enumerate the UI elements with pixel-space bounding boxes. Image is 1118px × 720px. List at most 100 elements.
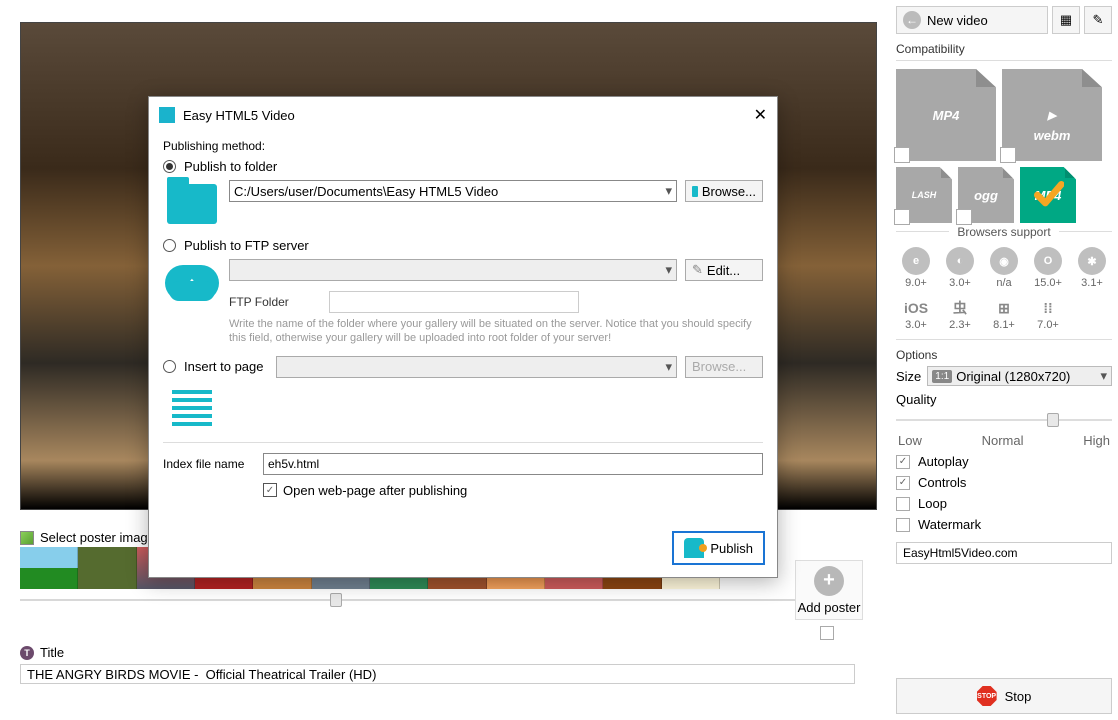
windows-icon: ⊞ bbox=[984, 297, 1024, 319]
format-mp4-checkbox[interactable] bbox=[894, 147, 910, 163]
ie-version: 9.0+ bbox=[896, 277, 936, 289]
check-icon bbox=[1032, 179, 1064, 211]
browse-folder-button[interactable]: Browse... bbox=[685, 180, 763, 202]
ftp-folder-label: FTP Folder bbox=[229, 295, 321, 309]
browsers-support-title: Browsers support bbox=[949, 225, 1058, 239]
size-label: Size bbox=[896, 369, 921, 384]
opera-version: 15.0+ bbox=[1028, 277, 1068, 289]
options-title: Options bbox=[896, 348, 1112, 362]
slider-handle[interactable] bbox=[330, 593, 342, 607]
insert-page-label: Insert to page bbox=[184, 359, 264, 374]
title-icon: T bbox=[20, 646, 34, 660]
publish-button-label: Publish bbox=[710, 541, 753, 556]
folder-icon bbox=[692, 186, 698, 197]
publish-ftp-radio[interactable] bbox=[163, 239, 176, 252]
controls-checkbox[interactable] bbox=[896, 476, 910, 490]
safari-version: 3.1+ bbox=[1072, 277, 1112, 289]
loop-label: Loop bbox=[918, 496, 947, 511]
folder-path-select[interactable]: C:/Users/user/Documents\Easy HTML5 Video… bbox=[229, 180, 677, 202]
ie-icon: e bbox=[902, 247, 930, 275]
plus-icon: + bbox=[814, 566, 844, 596]
publish-icon bbox=[684, 538, 704, 558]
compatibility-title: Compatibility bbox=[896, 42, 1112, 56]
back-arrow-icon: ← bbox=[903, 11, 921, 29]
chevron-down-icon: ▾ bbox=[665, 262, 672, 278]
publish-button[interactable]: Publish bbox=[672, 531, 765, 565]
watermark-input[interactable] bbox=[896, 542, 1112, 564]
wand-icon: ✎ bbox=[1093, 12, 1104, 28]
android-version: 2.3+ bbox=[940, 319, 980, 331]
chrome-version: 3.0+ bbox=[940, 277, 980, 289]
quality-low-label: Low bbox=[898, 433, 922, 448]
format-webm-card[interactable]: ▶webm bbox=[1002, 69, 1102, 161]
size-value: Original (1280x720) bbox=[956, 369, 1070, 384]
ftp-folder-input[interactable] bbox=[329, 291, 579, 313]
stop-label: Stop bbox=[1005, 689, 1032, 704]
android-icon: ⾍ bbox=[940, 297, 980, 319]
format-mp4-card[interactable]: MP4 bbox=[896, 69, 996, 161]
ftp-server-select[interactable]: ▾ bbox=[229, 259, 677, 281]
new-video-button[interactable]: ← New video bbox=[896, 6, 1048, 34]
poster-thumb[interactable] bbox=[20, 547, 78, 589]
windows-version: 8.1+ bbox=[984, 319, 1024, 331]
stop-icon: STOP bbox=[977, 686, 997, 706]
close-button[interactable]: ✕ bbox=[754, 105, 767, 125]
loop-checkbox[interactable] bbox=[896, 497, 910, 511]
chevron-down-icon: ▾ bbox=[665, 183, 672, 199]
index-file-input[interactable] bbox=[263, 453, 763, 475]
poster-thumb[interactable] bbox=[78, 547, 136, 589]
chevron-down-icon: ▾ bbox=[665, 359, 672, 375]
publish-folder-label: Publish to folder bbox=[184, 159, 277, 174]
format-flash-checkbox[interactable] bbox=[894, 209, 910, 225]
add-poster-label: Add poster bbox=[798, 600, 861, 615]
publish-folder-radio[interactable] bbox=[163, 160, 176, 173]
opera-icon: O bbox=[1034, 247, 1062, 275]
cloud-upload-icon: ↑ bbox=[165, 265, 219, 301]
publishing-method-label: Publishing method: bbox=[163, 139, 763, 153]
firefox-icon: ◉ bbox=[990, 247, 1018, 275]
format-webm-checkbox[interactable] bbox=[1000, 147, 1016, 163]
publish-ftp-label: Publish to FTP server bbox=[184, 238, 309, 253]
watermark-checkbox[interactable] bbox=[896, 518, 910, 532]
quality-label: Quality bbox=[896, 392, 936, 407]
size-badge: 1:1 bbox=[932, 370, 952, 383]
format-ogg-checkbox[interactable] bbox=[956, 209, 972, 225]
safari-icon: ✱ bbox=[1078, 247, 1106, 275]
controls-label: Controls bbox=[918, 475, 966, 490]
edit-tool-button[interactable]: ✎ bbox=[1084, 6, 1112, 34]
size-select[interactable]: 1:1 Original (1280x720) ▾ bbox=[927, 366, 1112, 386]
film-icon: ▦ bbox=[1060, 12, 1072, 28]
dialog-title: Easy HTML5 Video bbox=[183, 108, 295, 123]
insert-page-radio[interactable] bbox=[163, 360, 176, 373]
title-label: Title bbox=[40, 645, 64, 660]
insert-page-select[interactable]: ▾ bbox=[276, 356, 678, 378]
chrome-icon: ◐ bbox=[946, 247, 974, 275]
ios-icon: iOS bbox=[896, 297, 936, 319]
slider-handle[interactable] bbox=[1047, 413, 1059, 427]
add-poster-checkbox[interactable] bbox=[820, 626, 834, 640]
page-lines-icon bbox=[172, 390, 212, 426]
firefox-version: n/a bbox=[984, 277, 1024, 289]
stop-button[interactable]: STOP Stop bbox=[896, 678, 1112, 714]
index-file-label: Index file name bbox=[163, 457, 255, 471]
new-video-label: New video bbox=[927, 13, 988, 28]
add-poster-button[interactable]: + Add poster bbox=[795, 560, 863, 620]
poster-scrub-slider[interactable] bbox=[20, 593, 855, 607]
poster-swatch-icon bbox=[20, 531, 34, 545]
edit-ftp-button[interactable]: ✎Edit... bbox=[685, 259, 763, 281]
select-poster-label: Select poster image bbox=[40, 530, 155, 545]
quality-normal-label: Normal bbox=[982, 433, 1024, 448]
pencil-icon: ✎ bbox=[692, 262, 703, 278]
title-input[interactable] bbox=[20, 664, 855, 684]
open-after-checkbox[interactable] bbox=[263, 483, 277, 497]
folder-icon bbox=[167, 184, 217, 224]
app-logo-icon bbox=[159, 107, 175, 123]
video-library-button[interactable]: ▦ bbox=[1052, 6, 1080, 34]
autoplay-label: Autoplay bbox=[918, 454, 969, 469]
watermark-label: Watermark bbox=[918, 517, 981, 532]
open-after-label: Open web-page after publishing bbox=[283, 483, 467, 498]
folder-path-value: C:/Users/user/Documents\Easy HTML5 Video bbox=[234, 184, 498, 199]
quality-slider[interactable] bbox=[896, 411, 1112, 429]
browse-page-button[interactable]: Browse... bbox=[685, 356, 763, 378]
autoplay-checkbox[interactable] bbox=[896, 455, 910, 469]
